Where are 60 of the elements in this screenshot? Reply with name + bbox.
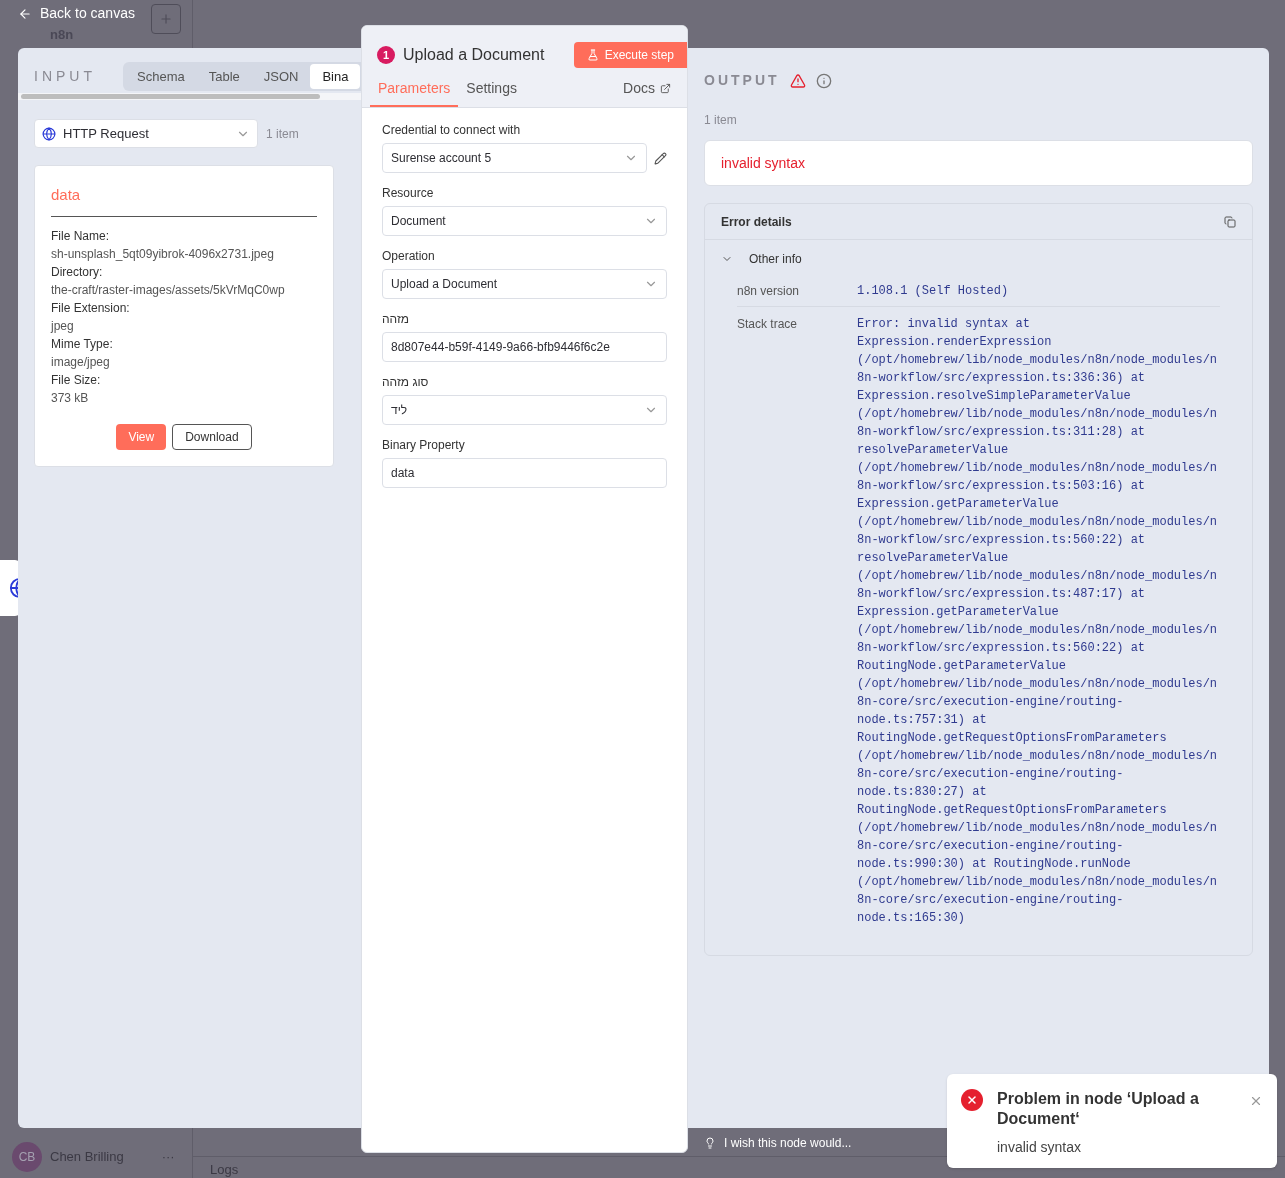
parameter-label: Operation bbox=[382, 248, 435, 265]
error-icon bbox=[961, 1089, 983, 1111]
view-tab[interactable]: Schema bbox=[125, 64, 197, 89]
flask-icon bbox=[586, 49, 599, 61]
download-button[interactable]: Download bbox=[172, 423, 252, 450]
parameter-input[interactable]: data bbox=[382, 458, 667, 488]
field-value: sh-unsplash_5qt09yibrok-4096x2731.jpeg bbox=[51, 245, 275, 263]
feedback-link[interactable]: I wish this node would... bbox=[724, 1134, 852, 1152]
toast-title: Problem in node ‘Upload a Document‘ bbox=[997, 1089, 1200, 1129]
warning-icon bbox=[789, 72, 806, 89]
docs-link[interactable]: Docs bbox=[623, 78, 679, 107]
detail-value: 1.108.1 (Self Hosted) bbox=[857, 283, 1010, 300]
view-tab[interactable]: Bina bbox=[310, 64, 361, 89]
node-title: Upload a Document bbox=[403, 45, 546, 65]
copy-icon[interactable] bbox=[1224, 215, 1236, 228]
field-value: image/jpeg bbox=[51, 353, 111, 371]
section-label[interactable]: Other info bbox=[749, 250, 802, 268]
parameter-select[interactable]: Document bbox=[382, 206, 667, 236]
parameter-input[interactable]: 8d807e44-b59f-4149-9a66-bfb9446f6c2e bbox=[382, 332, 667, 362]
field-label: File Extension: bbox=[51, 299, 131, 317]
output-title: OUTPUT bbox=[704, 71, 780, 90]
lightbulb-icon bbox=[704, 1137, 716, 1149]
parameter-label: Resource bbox=[382, 185, 434, 202]
view-tab[interactable]: Table bbox=[196, 64, 252, 89]
binary-title: data bbox=[51, 184, 317, 217]
field-value: the-craft/raster-images/assets/5kVrMqC0wp bbox=[51, 281, 286, 299]
view-tab[interactable]: JSON bbox=[251, 64, 311, 89]
parameter-label: Binary Property bbox=[382, 437, 465, 454]
plus-icon bbox=[159, 12, 173, 26]
input-title: INPUT bbox=[34, 67, 96, 86]
parameter-select[interactable]: Upload a Document bbox=[382, 269, 667, 299]
parameter-select[interactable]: Surense account 5 bbox=[382, 143, 648, 173]
field-label: Mime Type: bbox=[51, 335, 114, 353]
external-link-icon bbox=[660, 83, 671, 94]
back-to-canvas-link[interactable]: Back to canvas bbox=[40, 3, 135, 24]
parameter-label: Credential to connect with bbox=[382, 122, 521, 139]
parameter-label: מזהה bbox=[382, 311, 410, 328]
globe-icon bbox=[42, 126, 56, 141]
field-label: Directory: bbox=[51, 263, 104, 281]
field-value: jpeg bbox=[51, 317, 75, 335]
field-label: File Name: bbox=[51, 227, 110, 245]
error-details-title: Error details bbox=[721, 213, 792, 231]
source-select[interactable]: HTTP Request bbox=[34, 119, 258, 148]
detail-value: Error: invalid syntax at Expression.renderExpression (/opt/homebrew/lib/node_modules/n8n/node_modules/n8n-workflow/src/expression.ts:336:36) at Expression.resolveSimpleParameterValue (/opt/homebrew/lib/node_modules/n8n/node_modules/n8n-workflow/src/expression.ts:311:28) at resolveParameterValue (/opt/homebrew/lib/node_modules/n8n/node_modules/n8n-workflow/src/expression.ts:503:16) at Expression.getParameterValue (/opt/homebrew/lib/node_modules/n8n/node_modules/n8n-workflow/src/expression.ts:560:22) at resolveParameterValue (/opt/homebrew/lib/node_modules/n8n/node_modules/n8n-workflow/src/expression.ts:487:17) at Expression.getParameterValue (/opt/homebrew/lib/node_modules/n8n/node_modules/n8n-workflow/src/expression.ts:560:22) at RoutingNode.getParameterValue (/opt/homebrew/lib/node_modules/n8n/node_modules/n8n-core/src/execution-engine/routing-node.ts:757:31) at RoutingNode.getRequestOptionsFromParameters (/opt/homebrew/lib/node_modules/n8n/node_modules/n8n-core/src/execution-engine/routing-node.ts:830:27) at RoutingNode.getRequestOptionsFromParameters (/opt/homebrew/lib/node_modules/n8n/node_modules/n8n-core/src/execution-engine/routing-node.ts:990:30) at RoutingNode.runNode (/opt/homebrew/lib/node_modules/n8n/node_modules/n8n-core/src/execution-engine/routing-node.ts:165:30) bbox=[857, 316, 1219, 927]
info-icon[interactable] bbox=[815, 72, 832, 89]
field-label: File Size: bbox=[51, 371, 102, 389]
parameter-select[interactable]: ליד bbox=[382, 395, 667, 425]
close-icon[interactable] bbox=[1249, 1094, 1263, 1108]
parameter-label: סוג מזהה bbox=[382, 374, 429, 391]
field-value: 373 kB bbox=[51, 389, 90, 407]
node-number-badge: 1 bbox=[377, 46, 395, 64]
detail-label: Stack trace bbox=[737, 316, 799, 333]
error-message: invalid syntax bbox=[704, 140, 1253, 186]
settings-tab[interactable]: Settings bbox=[458, 78, 525, 107]
toast-message: invalid syntax bbox=[997, 1138, 1083, 1157]
output-item-count: 1 item bbox=[704, 112, 738, 129]
edit-icon[interactable] bbox=[654, 151, 667, 165]
detail-label: n8n version bbox=[737, 283, 801, 300]
scrollbar-thumb[interactable] bbox=[21, 94, 320, 99]
item-count: 1 item bbox=[266, 125, 299, 143]
